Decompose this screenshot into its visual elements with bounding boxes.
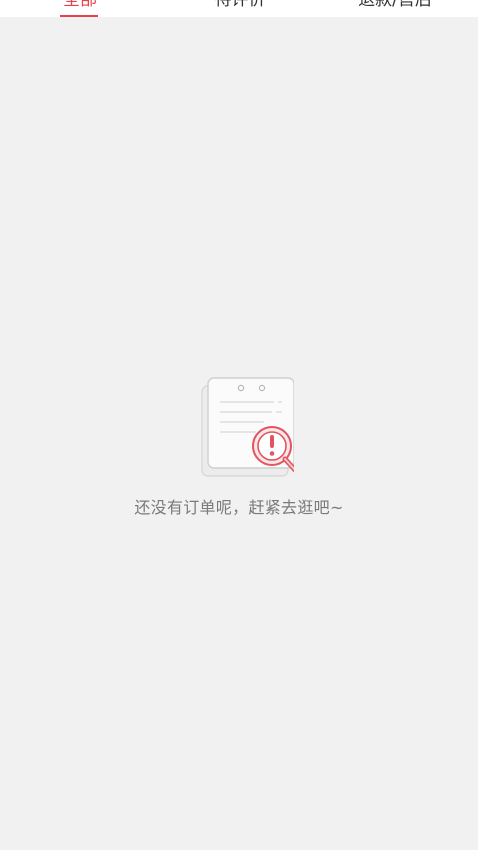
tab-refund-aftersale[interactable]: 退款/售后: [335, 0, 455, 17]
empty-message: 还没有订单呢，赶紧去逛吧~: [134, 498, 344, 517]
empty-state: 还没有订单呢，赶紧去逛吧~: [0, 372, 478, 518]
active-tab-indicator: [60, 15, 98, 17]
order-tabbar: 全部 待评价 退款/售后: [0, 0, 478, 17]
tab-pending-review[interactable]: 待评价: [200, 0, 280, 17]
empty-orders-icon: [201, 377, 294, 477]
